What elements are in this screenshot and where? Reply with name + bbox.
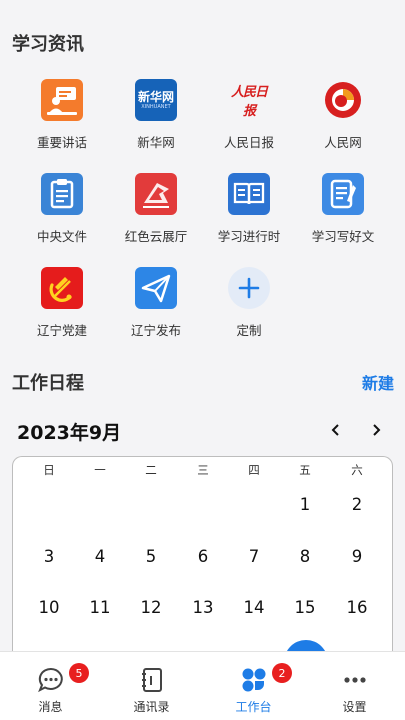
contacts-book-icon: [142, 668, 162, 692]
weekday-label: 五: [299, 463, 311, 477]
study-item-label: 辽宁发布: [130, 323, 181, 338]
chevron-left-icon: [331, 424, 339, 436]
party-emblem-icon: [41, 267, 83, 309]
tab-workbench[interactable]: 2 工作台: [203, 652, 304, 720]
study-item-label: 学习进行时: [217, 229, 281, 244]
study-item-study-in-progress[interactable]: 学习进行时: [204, 173, 294, 245]
schedule-section-title: 工作日程: [12, 373, 84, 394]
next-month-button[interactable]: [364, 418, 388, 442]
study-item-liaoning-release[interactable]: 辽宁发布: [111, 267, 201, 339]
calendar-day[interactable]: 1: [285, 495, 325, 514]
calendar-day[interactable]: 14: [234, 598, 274, 617]
open-book-icon: [228, 173, 270, 215]
calendar-day[interactable]: 7: [234, 547, 274, 566]
calendar-month-title: 2023年9月: [17, 422, 122, 444]
calendar-day[interactable]: 5: [131, 547, 171, 566]
chevron-right-icon: [373, 424, 381, 436]
calendar-grid: 日 一 二 三 四 五 六 1 2 3 4 5 6 7 8 9 10 11 12…: [12, 456, 393, 666]
xinhua-logo-icon: 新华网 XINHUANET: [135, 79, 177, 121]
clipboard-icon: [41, 173, 83, 215]
calendar-day[interactable]: 16: [337, 598, 377, 617]
more-dots-icon: [344, 677, 366, 683]
calendar-day[interactable]: 9: [337, 547, 377, 566]
study-item-peoples-daily[interactable]: 人民日报 人民日报: [204, 79, 294, 151]
calendar-day[interactable]: 2: [337, 495, 377, 514]
plus-icon: [228, 267, 270, 309]
calendar-day[interactable]: 11: [80, 598, 120, 617]
people-net-logo-icon: [322, 79, 364, 121]
weekday-label: 二: [145, 463, 157, 477]
prev-month-button[interactable]: [324, 418, 348, 442]
study-item-central-documents[interactable]: 中央文件: [17, 173, 107, 245]
calendar-day[interactable]: 8: [285, 547, 325, 566]
weekday-label: 一: [94, 463, 106, 477]
calendar-day[interactable]: 12: [131, 598, 171, 617]
speech-icon: [41, 79, 83, 121]
calendar-day[interactable]: 3: [29, 547, 69, 566]
bottom-tab-bar: 5 消息 通讯录 2 工作台 设置: [0, 651, 405, 720]
study-item-customize[interactable]: 定制: [204, 267, 294, 339]
workbench-grid-icon: [242, 668, 266, 692]
messages-badge: 5: [69, 663, 89, 683]
tab-label: 工作台: [235, 700, 272, 714]
study-item-label: 人民网: [324, 135, 362, 150]
study-item-label: 定制: [236, 323, 262, 338]
new-schedule-button[interactable]: 新建: [362, 370, 394, 394]
calendar-day[interactable]: 15: [285, 598, 325, 617]
peoples-daily-logo-icon: 人民日报: [230, 85, 268, 119]
study-item-label: 红色云展厅: [124, 229, 188, 244]
weekday-label: 日: [43, 463, 55, 477]
write-document-icon: [322, 173, 364, 215]
tab-messages[interactable]: 5 消息: [0, 652, 101, 720]
study-item-label: 辽宁党建: [36, 323, 87, 338]
weekday-label: 三: [197, 463, 209, 477]
study-item-red-cloud-hall[interactable]: 红色云展厅: [111, 173, 201, 245]
chat-bubble-icon: [38, 667, 63, 693]
tab-label: 消息: [38, 700, 63, 714]
tab-label: 通讯录: [133, 700, 170, 714]
weekday-label: 四: [248, 463, 260, 477]
tab-contacts[interactable]: 通讯录: [101, 652, 202, 720]
study-item-people-net[interactable]: 人民网: [298, 79, 388, 151]
study-item-label: 学习写好文: [311, 229, 375, 244]
study-item-liaoning-party[interactable]: 辽宁党建: [17, 267, 107, 339]
calendar-day[interactable]: 13: [183, 598, 223, 617]
study-item-label: 重要讲话: [36, 135, 87, 150]
study-item-important-speech[interactable]: 重要讲话: [17, 79, 107, 151]
study-item-study-writing[interactable]: 学习写好文: [298, 173, 388, 245]
tab-settings[interactable]: 设置: [304, 652, 405, 720]
calendar-day[interactable]: 6: [183, 547, 223, 566]
paper-plane-icon: [135, 267, 177, 309]
flag-hall-icon: [135, 173, 177, 215]
study-item-label: 新华网: [137, 135, 175, 150]
workbench-badge: 2: [272, 663, 292, 683]
calendar-day[interactable]: 10: [29, 598, 69, 617]
study-section-title: 学习资讯: [12, 34, 84, 55]
tab-label: 设置: [342, 700, 367, 714]
study-item-xinhua[interactable]: 新华网 XINHUANET 新华网: [111, 79, 201, 151]
study-item-label: 中央文件: [36, 229, 87, 244]
study-item-label: 人民日报: [223, 135, 274, 150]
calendar-day[interactable]: 4: [80, 547, 120, 566]
weekday-label: 六: [351, 463, 363, 477]
